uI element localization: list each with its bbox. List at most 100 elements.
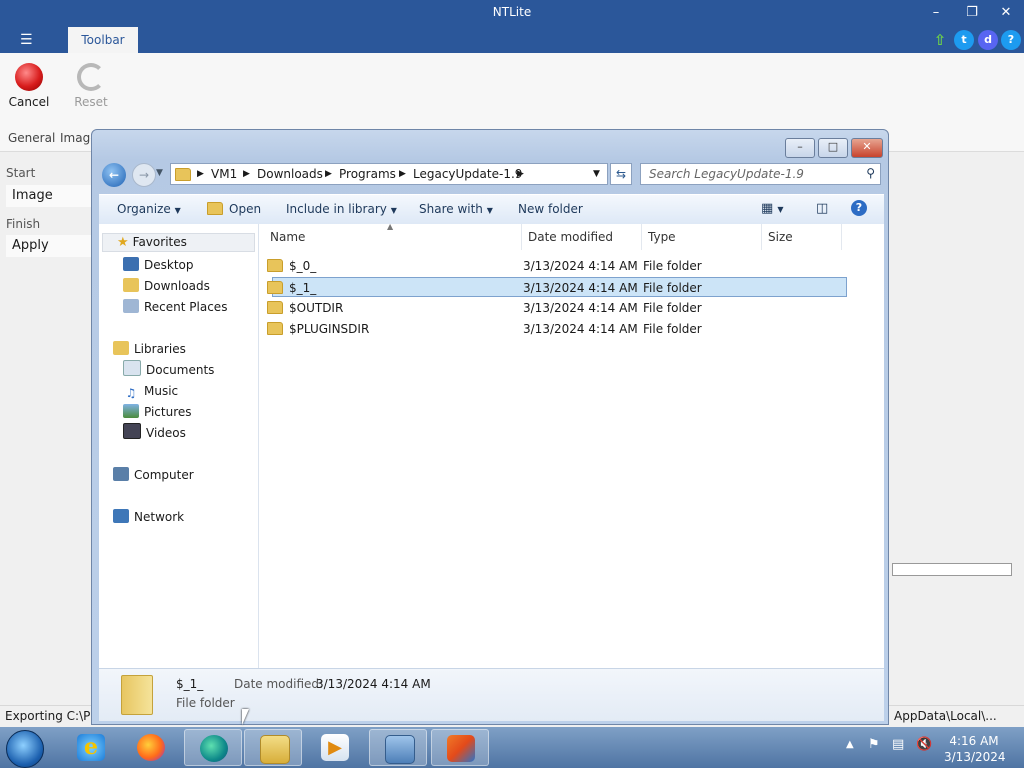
breadcrumb-programs[interactable]: Programs — [339, 167, 396, 181]
file-row-selected[interactable]: $_1_ 3/13/2024 4:14 AM File folder — [267, 277, 847, 297]
nav-image[interactable]: Image — [6, 185, 92, 207]
taskbar-edge[interactable] — [184, 729, 242, 766]
taskbar-media-player[interactable]: ▶ — [306, 729, 364, 766]
ntlite-title-bar: NTLite – ❐ ✕ — [0, 0, 1024, 26]
breadcrumb-separator-icon[interactable]: ▶ — [517, 169, 524, 179]
nav-pictures[interactable]: Pictures — [99, 402, 192, 422]
breadcrumb-separator-icon[interactable]: ▶ — [243, 169, 250, 179]
file-date: 3/13/2024 4:14 AM — [523, 301, 638, 315]
system-clock[interactable]: 4:16 AM 3/13/2024 — [944, 733, 1006, 765]
minimize-button[interactable]: – — [922, 3, 950, 23]
file-explorer-icon — [260, 735, 290, 764]
nav-downloads[interactable]: Downloads — [99, 276, 210, 296]
new-folder-button[interactable]: New folder — [518, 202, 583, 216]
column-size[interactable]: Size — [762, 224, 842, 250]
breadcrumb-downloads[interactable]: Downloads — [257, 167, 323, 181]
system-tool-icon — [385, 735, 415, 764]
documents-label: Documents — [146, 363, 215, 377]
breadcrumb-legacyupdate[interactable]: LegacyUpdate-1.9 — [413, 167, 522, 181]
folder-browser-dialog: – □ ✕ ← → ▼ ▶ VM1 ▶ Downloads ▶ Programs… — [91, 129, 889, 725]
nav-desktop[interactable]: Desktop — [99, 255, 194, 275]
file-name: $_1_ — [289, 281, 317, 295]
address-bar[interactable]: ▶ VM1 ▶ Downloads ▶ Programs ▶ LegacyUpd… — [170, 163, 608, 185]
file-date: 3/13/2024 4:14 AM — [523, 322, 638, 336]
reset-button[interactable]: Reset — [66, 61, 116, 109]
dialog-close-button[interactable]: ✕ — [851, 138, 883, 158]
include-in-library-button[interactable]: Include in library ▼ — [286, 202, 397, 216]
file-row[interactable]: $OUTDIR 3/13/2024 4:14 AM File folder — [267, 298, 847, 318]
search-icon[interactable]: ⚲ — [866, 166, 875, 180]
help-icon[interactable]: ? — [851, 200, 867, 216]
show-hidden-icons-icon[interactable]: ▲ — [846, 739, 854, 750]
taskbar-system-tool[interactable] — [369, 729, 427, 766]
start-button-windows-icon[interactable] — [6, 730, 44, 768]
reset-label: Reset — [74, 95, 108, 109]
volume-muted-icon[interactable]: 🔇 — [916, 737, 932, 752]
action-center-flag-icon[interactable]: ⚑ — [868, 737, 880, 752]
twitter-icon[interactable]: t — [954, 30, 974, 50]
folder-icon — [267, 322, 283, 335]
music-note-icon: ♫ — [125, 386, 137, 400]
nav-music[interactable]: ♫ Music — [99, 381, 179, 401]
file-type: File folder — [643, 322, 702, 336]
large-folder-icon — [121, 675, 153, 715]
details-pane: $_1_ File folder Date modified: 3/13/202… — [99, 668, 884, 721]
cancel-button[interactable]: Cancel — [4, 61, 54, 109]
restore-button[interactable]: ❐ — [958, 3, 986, 23]
nav-apply[interactable]: Apply — [6, 235, 92, 257]
tab-toolbar[interactable]: Toolbar — [68, 27, 138, 53]
computer-label: Computer — [134, 468, 194, 482]
taskbar-firefox[interactable] — [122, 729, 180, 766]
discord-icon[interactable]: d — [978, 30, 998, 50]
taskbar: e ▶ ▲ ⚑ ▤ 🔇 4:16 AM 3/13/2024 — [0, 727, 1024, 768]
nav-network[interactable]: Network — [99, 507, 184, 527]
computer-icon — [113, 467, 129, 481]
status-path: AppData\Local\... — [894, 709, 997, 723]
preview-pane-icon[interactable]: ◫ — [816, 201, 828, 216]
column-date-modified[interactable]: Date modified — [522, 224, 642, 250]
details-type: File folder — [176, 696, 235, 710]
start-section: Start — [6, 166, 36, 180]
breadcrumb-vm1[interactable]: VM1 — [211, 167, 237, 181]
organize-button[interactable]: Organize ▼ — [117, 202, 181, 216]
ntlite-icon — [447, 735, 475, 762]
nav-documents[interactable]: Documents — [99, 360, 214, 380]
nav-favorites[interactable]: ★ Favorites — [102, 233, 255, 252]
refresh-icon[interactable]: ⇆ — [610, 163, 632, 185]
open-button[interactable]: Open — [207, 202, 261, 216]
search-box[interactable]: Search LegacyUpdate-1.9 ⚲ — [640, 163, 881, 185]
breadcrumb-separator-icon[interactable]: ▶ — [325, 169, 332, 179]
share-with-button[interactable]: Share with ▼ — [419, 202, 493, 216]
downloads-folder-icon — [123, 278, 139, 292]
taskbar-file-explorer[interactable] — [244, 729, 302, 766]
back-arrow-icon[interactable]: ← — [102, 163, 126, 187]
nav-computer[interactable]: Computer — [99, 465, 194, 485]
help-icon[interactable]: ? — [1001, 30, 1021, 50]
network-label: Network — [134, 510, 185, 524]
dialog-minimize-button[interactable]: – — [785, 138, 815, 158]
nav-videos[interactable]: Videos — [99, 423, 186, 443]
recent-pages-chevron-icon[interactable]: ▼ — [156, 168, 163, 178]
close-button[interactable]: ✕ — [992, 3, 1020, 23]
address-dropdown-icon[interactable]: ▼ — [593, 169, 600, 179]
hamburger-menu-icon[interactable]: ☰ — [20, 32, 42, 48]
breadcrumb-separator-icon[interactable]: ▶ — [197, 169, 204, 179]
nav-recent-places[interactable]: Recent Places — [99, 297, 227, 317]
forward-arrow-icon[interactable]: → — [132, 163, 156, 187]
file-row[interactable]: $_0_ 3/13/2024 4:14 AM File folder — [267, 256, 847, 276]
network-status-icon[interactable]: ▤ — [892, 737, 904, 752]
dialog-maximize-button[interactable]: □ — [818, 138, 848, 158]
column-type[interactable]: Type — [642, 224, 762, 250]
clock-time: 4:16 AM — [949, 734, 999, 748]
view-options-icon[interactable]: ▦ ▼ — [761, 201, 784, 216]
file-row[interactable]: $PLUGINSDIR 3/13/2024 4:14 AM File folde… — [267, 319, 847, 339]
firefox-icon — [137, 734, 165, 761]
nav-libraries[interactable]: Libraries — [99, 339, 186, 359]
taskbar-ntlite[interactable] — [431, 729, 489, 766]
details-date-label: Date modified: — [234, 677, 324, 691]
update-arrow-icon[interactable]: ⇧ — [930, 30, 950, 50]
pictures-icon — [123, 404, 139, 418]
taskbar-internet-explorer[interactable]: e — [62, 729, 120, 766]
breadcrumb-separator-icon[interactable]: ▶ — [399, 169, 406, 179]
command-bar: Organize ▼ Open Include in library ▼ Sha… — [99, 194, 884, 225]
